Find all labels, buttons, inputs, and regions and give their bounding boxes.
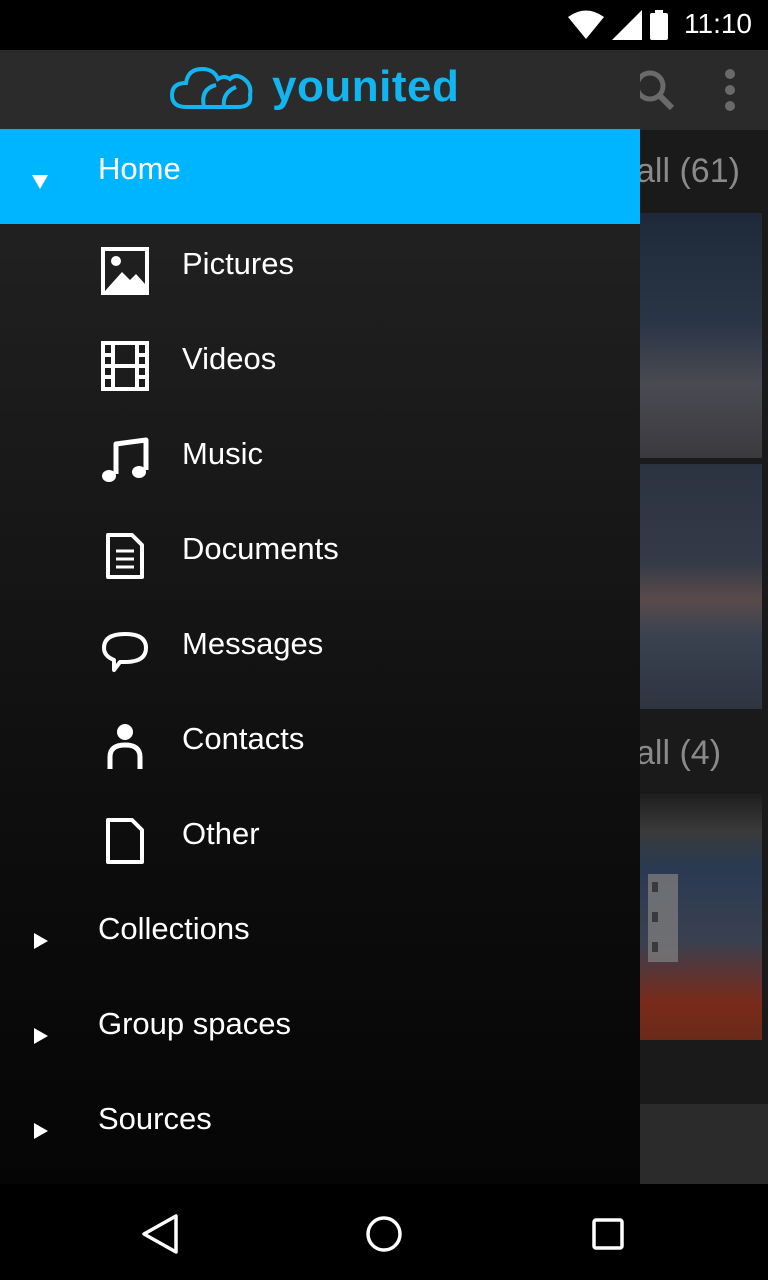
app-logo: younited [170, 62, 459, 112]
film-icon [101, 341, 149, 391]
drawer-item-label: Videos [182, 341, 277, 376]
drawer-item-label: Group spaces [98, 1006, 291, 1041]
home-icon[interactable] [362, 1212, 406, 1256]
cell-signal-icon [612, 10, 642, 40]
overflow-menu-icon[interactable] [706, 66, 754, 114]
caret-right-icon [34, 933, 48, 949]
drawer-item-collections[interactable]: Collections [0, 889, 640, 984]
wifi-icon [568, 10, 604, 39]
clock: 11:10 [684, 8, 752, 39]
drawer-item-label: Music [182, 436, 263, 471]
music-note-icon [102, 437, 149, 482]
cloud-logo-icon [170, 66, 253, 109]
view-all-link[interactable]: all (61) [636, 152, 740, 191]
drawer-item-group-spaces[interactable]: Group spaces [0, 984, 640, 1079]
caret-right-icon [34, 1123, 48, 1139]
document-icon [106, 533, 144, 579]
drawer-item-label: Home [98, 151, 181, 186]
drawer-item-contacts[interactable]: Contacts [0, 699, 640, 794]
status-icons [568, 10, 668, 40]
drawer-item-label: Documents [182, 531, 339, 566]
back-icon[interactable] [138, 1212, 182, 1256]
drawer-item-documents[interactable]: Documents [0, 509, 640, 604]
drawer-item-sources[interactable]: Sources [0, 1079, 640, 1174]
drawer-item-label: Messages [182, 626, 324, 661]
status-bar: 11:10 [0, 0, 768, 50]
navigation-drawer: younited Home Pictures Videos Music Docu… [0, 50, 640, 1184]
file-icon [106, 818, 144, 864]
photo-thumbnail[interactable] [640, 213, 762, 458]
brand-name: younited [272, 62, 460, 111]
battery-icon [650, 10, 668, 40]
system-navigation-bar [0, 1184, 768, 1280]
drawer-item-label: Other [182, 816, 260, 851]
view-all-link[interactable]: all (4) [636, 734, 721, 773]
photo-thumbnail[interactable] [640, 464, 762, 709]
drawer-item-videos[interactable]: Videos [0, 319, 640, 414]
speech-bubble-icon [102, 632, 148, 672]
recents-icon[interactable] [586, 1212, 630, 1256]
picture-icon [101, 247, 149, 295]
drawer-item-pictures[interactable]: Pictures [0, 224, 640, 319]
caret-right-icon [34, 1028, 48, 1044]
drawer-item-home[interactable]: Home [0, 129, 640, 224]
drawer-header: younited [0, 50, 640, 129]
drawer-item-music[interactable]: Music [0, 414, 640, 509]
caret-down-icon [32, 175, 48, 189]
background-strip [640, 1104, 768, 1184]
drawer-item-label: Pictures [182, 246, 294, 281]
drawer-item-messages[interactable]: Messages [0, 604, 640, 699]
video-thumbnail[interactable] [640, 794, 762, 1040]
person-icon [107, 724, 143, 769]
film-icon [648, 874, 678, 962]
drawer-item-label: Collections [98, 911, 250, 946]
drawer-item-label: Contacts [182, 721, 305, 756]
drawer-item-label: Sources [98, 1101, 212, 1136]
drawer-item-other[interactable]: Other [0, 794, 640, 889]
